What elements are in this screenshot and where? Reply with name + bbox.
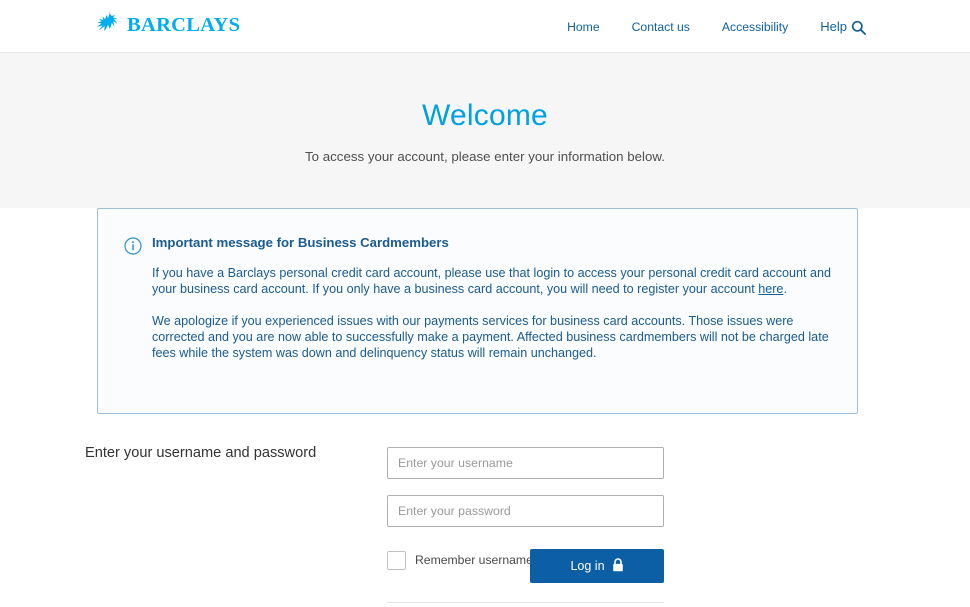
barclays-eagle-icon — [96, 12, 120, 38]
username-input[interactable] — [387, 447, 664, 479]
log-in-button-label: Log in — [570, 559, 605, 573]
padlock-icon — [612, 557, 624, 575]
callout-title: Important message for Business Cardmembe… — [152, 235, 449, 250]
login-form — [387, 447, 664, 527]
search-icon[interactable] — [850, 20, 866, 36]
info-circle-icon — [124, 237, 142, 255]
hero-banner: Welcome To access your account, please e… — [0, 53, 970, 208]
callout-paragraph-1: If you have a Barclays personal credit c… — [152, 265, 842, 297]
remember-username-label: Remember username — [415, 553, 533, 568]
page-subtitle: To access your account, please enter you… — [305, 149, 665, 164]
log-in-button[interactable]: Log in — [530, 549, 664, 583]
nav-link-contact-us[interactable]: Contact us — [616, 18, 706, 36]
remember-username-control[interactable]: Remember username — [387, 551, 533, 570]
callout-body: If you have a Barclays personal credit c… — [152, 265, 842, 361]
form-bottom-divider — [387, 602, 664, 603]
nav-link-home[interactable]: Home — [551, 18, 616, 36]
password-input[interactable] — [387, 495, 664, 527]
nav-link-accessibility[interactable]: Accessibility — [706, 18, 804, 36]
important-message-callout: Important message for Business Cardmembe… — [97, 208, 858, 414]
remember-username-checkbox[interactable] — [387, 551, 406, 570]
callout-paragraph-1-text-after-link: . — [783, 282, 787, 296]
nav-link-help[interactable]: Help — [804, 18, 850, 36]
callout-paragraph-2: We apologize if you experienced issues w… — [152, 314, 829, 360]
callout-paragraph-1-text-before-link: If you have a Barclays personal credit c… — [152, 266, 832, 296]
page-title: Welcome — [422, 99, 548, 132]
site-header: BARCLAYS Home Contact us Accessibility H… — [0, 0, 970, 53]
primary-navigation: Home Contact us Accessibility Help — [551, 18, 866, 36]
login-section-label: Enter your username and password — [85, 445, 317, 461]
field-spacer — [387, 479, 664, 495]
login-options-row: Remember username Log in — [387, 549, 664, 585]
register-here-link[interactable]: here — [758, 282, 783, 296]
barclays-logo[interactable]: BARCLAYS — [96, 12, 241, 38]
brand-wordmark: BARCLAYS — [127, 13, 241, 36]
